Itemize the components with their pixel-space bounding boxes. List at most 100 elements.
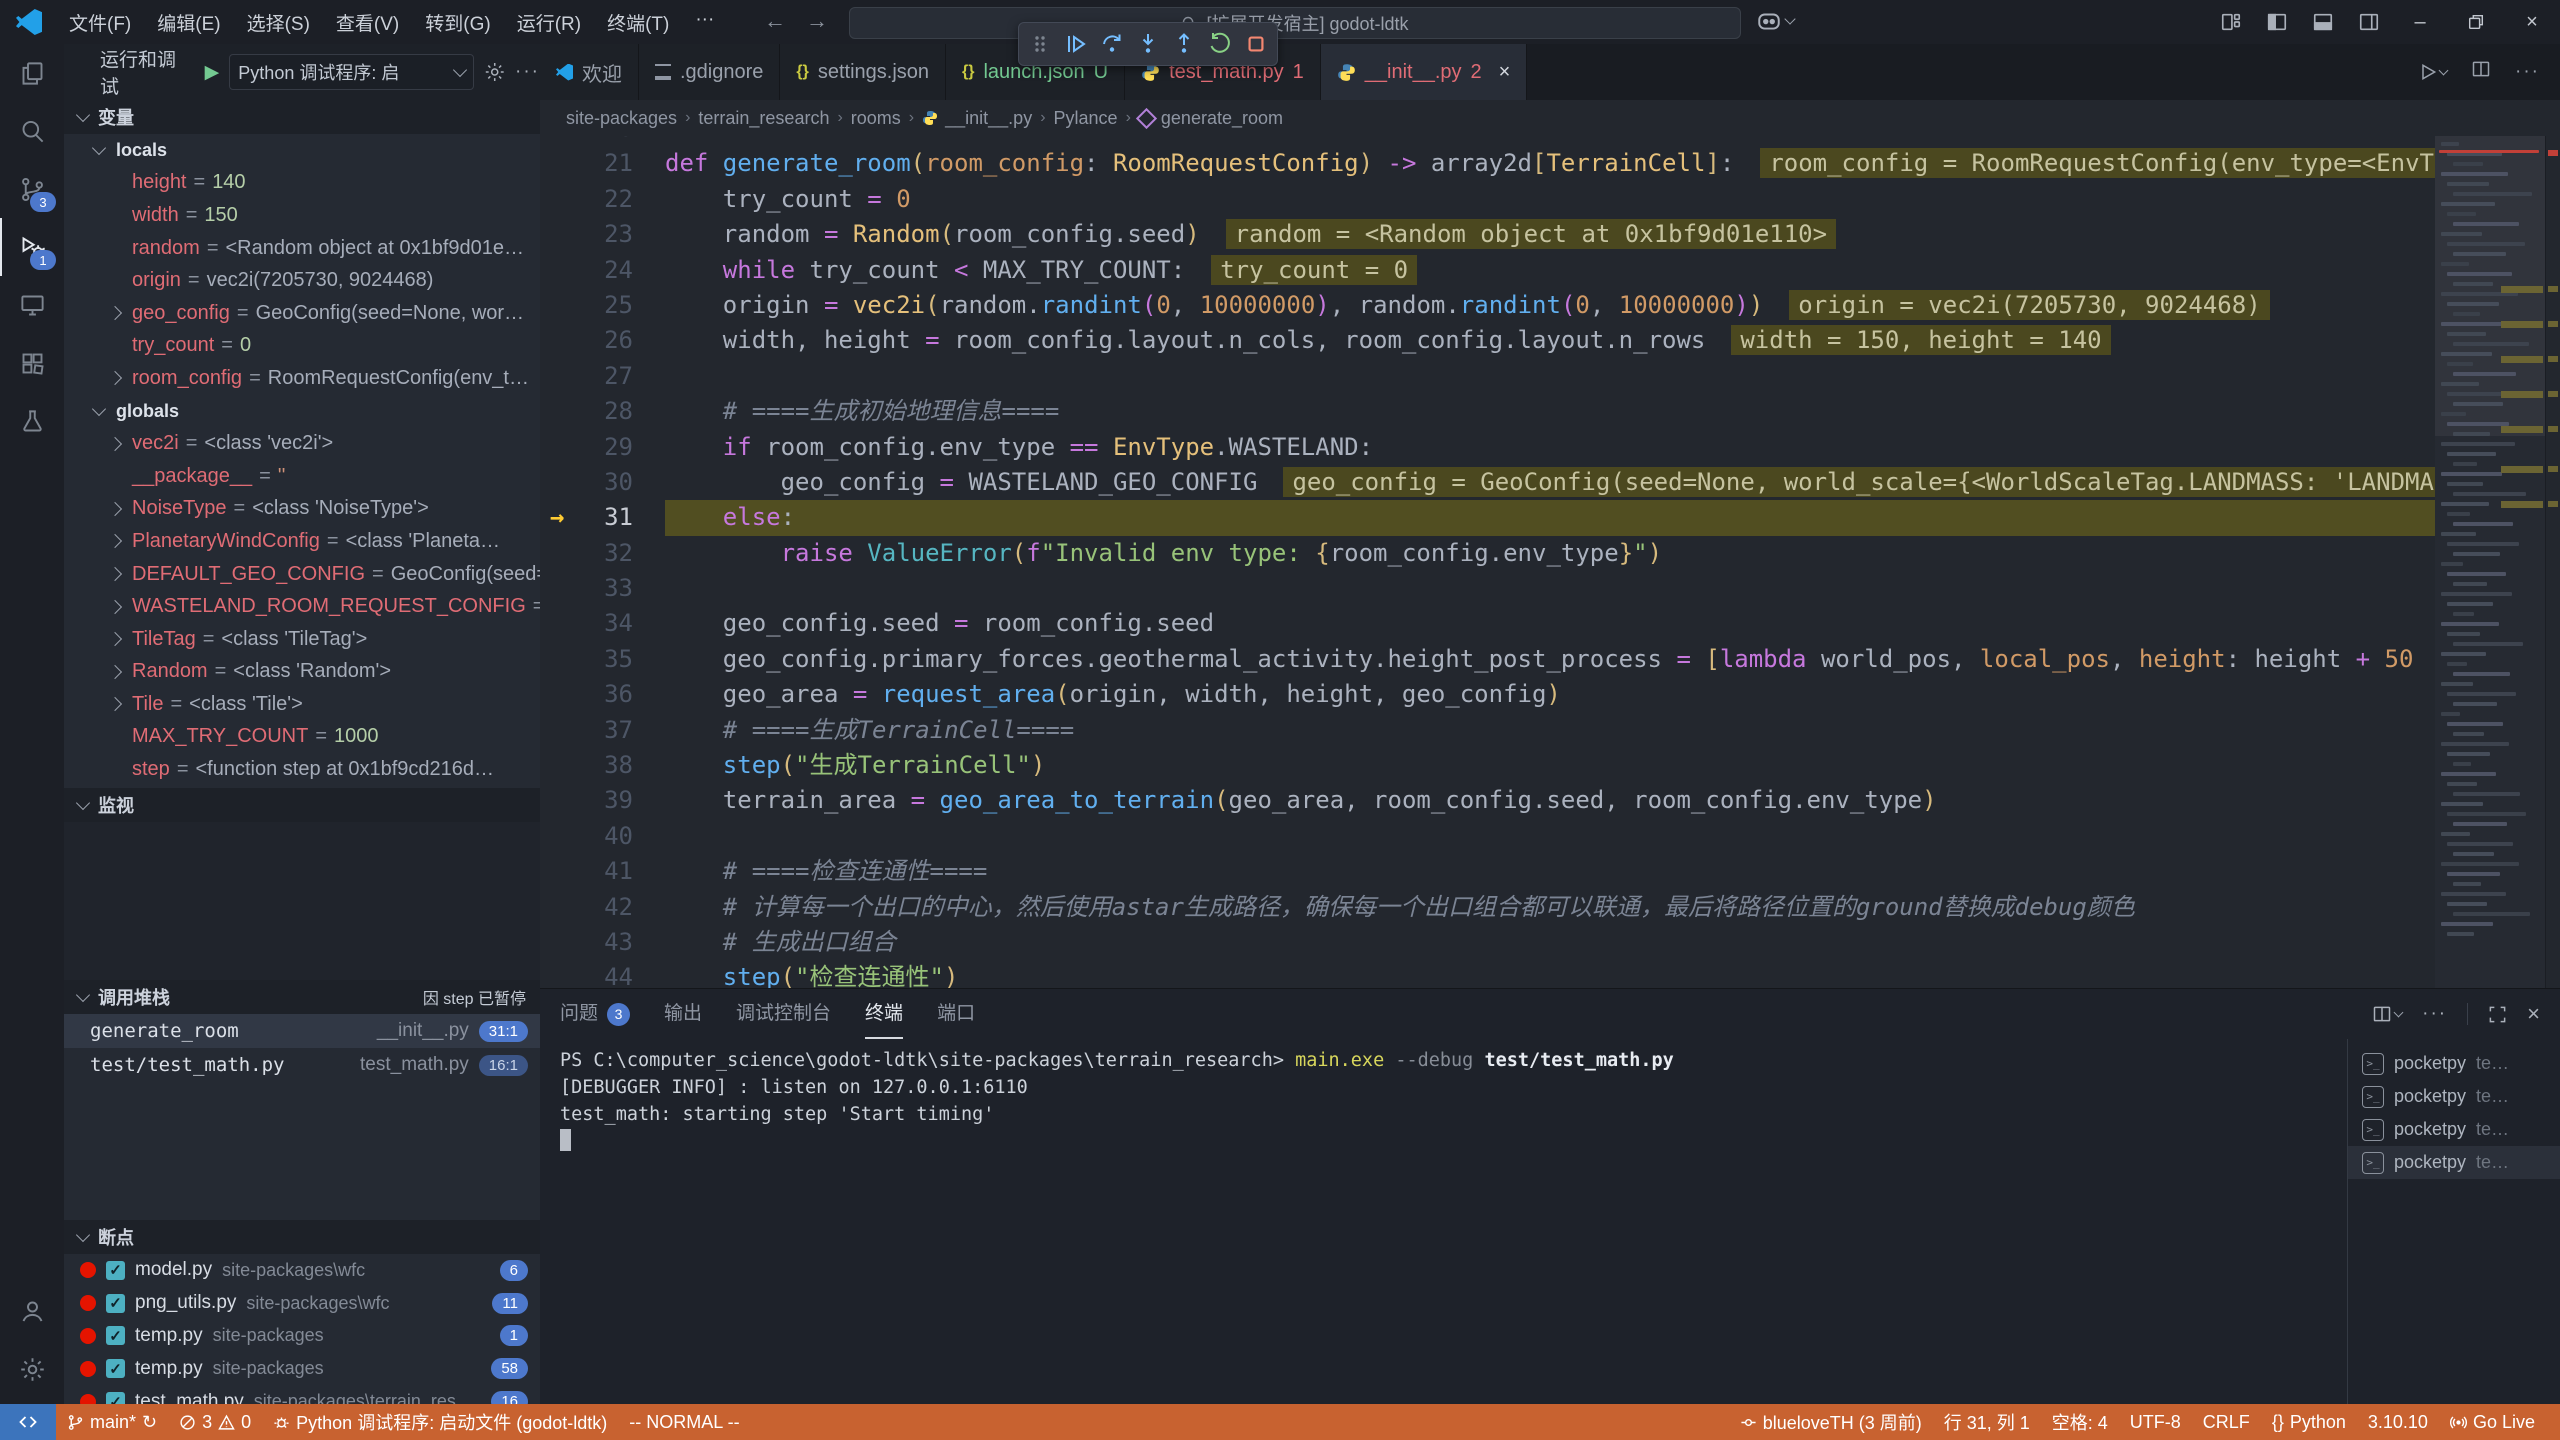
tab-close-icon[interactable]: × — [1499, 61, 1511, 84]
variable-row[interactable]: NoiseType=<class 'NoiseType'> — [64, 493, 540, 526]
remote-explorer-icon[interactable] — [0, 276, 64, 334]
breakpoint-row[interactable]: ✓png_utils.pysite-packages\wfc11 — [64, 1287, 540, 1320]
debug-step-into-icon[interactable] — [1133, 29, 1163, 59]
source-control-icon[interactable]: 3 — [0, 160, 64, 218]
variable-row[interactable]: Random=<class 'Random'> — [64, 656, 540, 689]
variable-row[interactable]: geo_config=GeoConfig(seed=None, wor… — [64, 297, 540, 330]
menu-item[interactable]: 运行(R) — [504, 9, 594, 36]
variable-row[interactable]: Tile=<class 'Tile'> — [64, 688, 540, 721]
debug-step-over-icon[interactable] — [1097, 29, 1127, 59]
variable-row[interactable]: PlanetaryWindConfig=<class 'Planeta… — [64, 525, 540, 558]
minimap[interactable] — [2435, 136, 2545, 988]
variable-row[interactable]: random=<Random object at 0x1bf9d01e… — [64, 232, 540, 265]
variable-row[interactable]: step=<function step at 0x1bf9cd216d… — [64, 753, 540, 786]
variable-row[interactable]: TileTag=<class 'TileTag'> — [64, 623, 540, 656]
variable-row[interactable]: WASTELAND_ROOM_REQUEST_CONFIG=RoomR… — [64, 590, 540, 623]
panel-tab-调试控制台[interactable]: 调试控制台 — [736, 989, 831, 1039]
terminal-output[interactable]: PS C:\computer_science\godot-ldtk\site-p… — [540, 1039, 2347, 1405]
split-terminal-button[interactable] — [2372, 1004, 2402, 1024]
run-and-debug-icon[interactable]: 1 — [0, 218, 64, 276]
nav-forward-icon[interactable]: → — [800, 8, 834, 34]
debug-settings-gear-icon[interactable] — [484, 61, 505, 83]
language-mode-item[interactable]: {} Python — [2261, 1404, 2357, 1440]
callstack-header[interactable]: 调用堆栈 因 step 已暂停 — [64, 980, 540, 1014]
run-bar-more-icon[interactable]: ··· — [515, 61, 540, 83]
variable-row[interactable]: try_count=0 — [64, 330, 540, 363]
panel-tab-终端[interactable]: 终端 — [865, 989, 903, 1039]
panel-maximize-icon[interactable] — [2488, 1005, 2507, 1024]
settings-gear-icon[interactable] — [0, 1340, 64, 1398]
testing-icon[interactable] — [0, 392, 64, 450]
toggle-sidebar-icon[interactable] — [2254, 0, 2300, 44]
debug-config-dropdown[interactable]: Python 调试程序: 启 — [229, 54, 473, 90]
customize-layout-icon[interactable] — [2208, 0, 2254, 44]
run-python-file-icon[interactable] — [2418, 62, 2447, 82]
split-editor-icon[interactable] — [2471, 59, 2491, 85]
breadcrumb-item[interactable]: __init__.py — [922, 108, 1032, 129]
eol-item[interactable]: CRLF — [2192, 1404, 2261, 1440]
gitlens-item[interactable]: blueloveTH (3 周前) — [1729, 1404, 1933, 1440]
breakpoint-row[interactable]: ✓temp.pysite-packages1 — [64, 1320, 540, 1353]
terminal-instance[interactable]: >_pocketpyte… — [2348, 1080, 2560, 1113]
variable-row[interactable]: vec2i=<class 'vec2i'> — [64, 427, 540, 460]
minimize-button[interactable]: – — [2392, 0, 2448, 44]
breadcrumb-item[interactable]: terrain_research — [698, 108, 829, 129]
panel-tab-端口[interactable]: 端口 — [937, 989, 975, 1039]
callstack-frame[interactable]: test/test_math.pytest_math.py16:1 — [64, 1048, 540, 1082]
explorer-icon[interactable] — [0, 44, 64, 102]
toolbar-grip-icon[interactable] — [1025, 29, 1055, 59]
breakpoint-checkbox[interactable]: ✓ — [106, 1392, 125, 1404]
variables-header[interactable]: 变量 — [64, 100, 540, 134]
menu-item[interactable]: 编辑(E) — [144, 9, 233, 36]
breakpoint-checkbox[interactable]: ✓ — [106, 1326, 125, 1345]
menu-item[interactable]: 文件(F) — [56, 9, 144, 36]
panel-more-icon[interactable]: ··· — [2422, 1003, 2447, 1025]
tab-欢迎[interactable]: 欢迎 — [540, 44, 639, 100]
breadcrumb-item[interactable]: Pylance — [1054, 108, 1118, 129]
account-icon[interactable] — [0, 1282, 64, 1340]
go-live-item[interactable]: Go Live — [2439, 1404, 2546, 1440]
breadcrumb-item[interactable]: site-packages — [566, 108, 677, 129]
close-window-button[interactable]: × — [2504, 0, 2560, 44]
editor-more-icon[interactable]: ··· — [2515, 61, 2540, 83]
extensions-icon[interactable] — [0, 334, 64, 392]
indentation-item[interactable]: 空格: 4 — [2041, 1404, 2119, 1440]
command-center-search[interactable]: [扩展开发宿主] godot-ldtk — [849, 7, 1741, 39]
debug-restart-icon[interactable] — [1205, 29, 1235, 59]
breakpoint-checkbox[interactable]: ✓ — [106, 1359, 125, 1378]
code-editor[interactable]: 2021def generate_room(room_config: RoomR… — [540, 136, 2560, 988]
python-version-item[interactable]: 3.10.10 — [2357, 1404, 2439, 1440]
breakpoint-row[interactable]: ✓temp.pysite-packages58 — [64, 1352, 540, 1385]
menu-item[interactable]: 查看(V) — [323, 9, 412, 36]
variable-row[interactable]: __package__='' — [64, 460, 540, 493]
variables-group-locals[interactable]: locals — [64, 134, 540, 167]
tab-__init__.py[interactable]: __init__.py2× — [1321, 44, 1528, 100]
remote-indicator[interactable] — [0, 1404, 56, 1440]
callstack-frame[interactable]: generate_room__init__.py31:1 — [64, 1014, 540, 1048]
debug-step-out-icon[interactable] — [1169, 29, 1199, 59]
debug-continue-icon[interactable] — [1061, 29, 1091, 59]
toggle-panel-icon[interactable] — [2300, 0, 2346, 44]
breadcrumb-item[interactable]: generate_room — [1139, 108, 1283, 129]
breakpoints-header[interactable]: 断点 — [64, 1220, 540, 1254]
watch-body[interactable] — [64, 822, 540, 980]
breakpoint-checkbox[interactable]: ✓ — [106, 1294, 125, 1313]
git-branch-item[interactable]: main* ↻ — [56, 1404, 168, 1440]
tab-.gdignore[interactable]: .gdignore — [639, 44, 780, 100]
variables-group-globals[interactable]: globals — [64, 395, 540, 428]
variable-row[interactable]: height=140 — [64, 167, 540, 200]
variable-row[interactable]: origin=vec2i(7205730, 9024468) — [64, 264, 540, 297]
variable-row[interactable]: room_config=RoomRequestConfig(env_t… — [64, 362, 540, 395]
breadcrumb-item[interactable]: rooms — [851, 108, 901, 129]
debug-stop-icon[interactable] — [1241, 29, 1271, 59]
cursor-position-item[interactable]: 行 31, 列 1 — [1933, 1404, 2041, 1440]
variable-row[interactable]: width=150 — [64, 199, 540, 232]
encoding-item[interactable]: UTF-8 — [2119, 1404, 2192, 1440]
terminal-instance[interactable]: >_pocketpyte… — [2348, 1146, 2560, 1179]
menu-item[interactable]: 终端(T) — [594, 9, 682, 36]
search-sidebar-icon[interactable] — [0, 102, 64, 160]
start-debug-icon[interactable]: ▶ — [205, 61, 220, 84]
terminal-instance[interactable]: >_pocketpyte… — [2348, 1113, 2560, 1146]
panel-close-icon[interactable]: × — [2527, 1001, 2540, 1027]
vim-mode-item[interactable]: -- NORMAL -- — [618, 1404, 750, 1440]
